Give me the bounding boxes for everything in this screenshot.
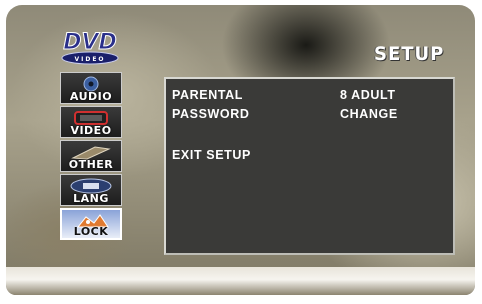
- tab-audio[interactable]: AUDIO: [60, 72, 122, 104]
- background-band: [6, 267, 475, 295]
- dvd-logo-subtext: VIDEO: [74, 56, 105, 63]
- password-label[interactable]: PASSWORD: [172, 107, 250, 121]
- tab-lang[interactable]: LANG: [60, 174, 122, 206]
- tab-lock[interactable]: LOCK: [60, 208, 122, 240]
- dvd-logo: DVD VIDEO: [61, 30, 119, 65]
- page-title: SETUP: [374, 43, 445, 65]
- tab-other[interactable]: OTHER: [60, 140, 122, 172]
- dvd-logo-text: DVD: [63, 30, 117, 55]
- tv-screen: DVD VIDEO SETUP AUDIO VIDEO OTHER LANG L…: [6, 5, 475, 295]
- tab-audio-label: AUDIO: [69, 90, 113, 103]
- parental-label[interactable]: PARENTAL: [172, 88, 243, 102]
- password-value[interactable]: CHANGE: [340, 107, 398, 121]
- tab-lang-label: LANG: [73, 192, 109, 205]
- tab-lock-label: LOCK: [73, 225, 109, 238]
- tab-video-label: VIDEO: [70, 124, 112, 137]
- tab-other-label: OTHER: [68, 158, 114, 171]
- tab-video[interactable]: VIDEO: [60, 106, 122, 138]
- exit-setup-button[interactable]: EXIT SETUP: [172, 148, 251, 162]
- settings-panel: PARENTAL 8 ADULT PASSWORD CHANGE EXIT SE…: [164, 77, 455, 255]
- parental-value[interactable]: 8 ADULT: [340, 88, 396, 102]
